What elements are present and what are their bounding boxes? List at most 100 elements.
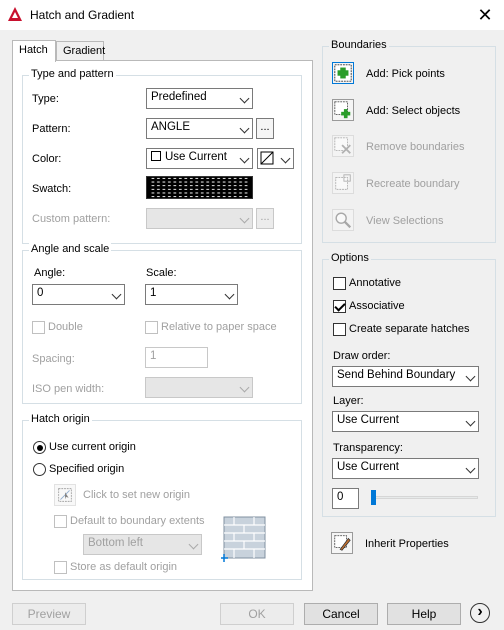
iso-pen-width-label: ISO pen width:: [32, 383, 105, 395]
click-set-origin-label: Click to set new origin: [83, 489, 190, 501]
transparency-input[interactable]: 0: [332, 488, 359, 509]
pick-points-label: Add: Pick points: [366, 68, 445, 80]
chevron-down-icon: [465, 416, 476, 427]
set-origin-button[interactable]: [54, 484, 76, 506]
relative-paper-space-checkbox[interactable]: [145, 321, 158, 334]
custom-pattern-label: Custom pattern:: [32, 213, 111, 225]
chevron-down-icon: [239, 382, 250, 393]
boundaries-group: Boundaries Add: Pick points Add: Select …: [322, 39, 496, 243]
origin-position-value: Bottom left: [88, 537, 143, 549]
recreate-boundary-label: Recreate boundary: [366, 178, 460, 190]
more-options-chevron-icon[interactable]: ›: [470, 603, 490, 623]
angle-label: Angle:: [34, 267, 66, 279]
type-select[interactable]: Predefined: [146, 88, 253, 109]
color-select[interactable]: Use Current: [146, 148, 253, 169]
angle-scale-group: Angle and scale Angle: 0 Scale: 1 Double…: [22, 243, 302, 404]
group-title: Angle and scale: [29, 243, 112, 255]
double-label: Double: [48, 321, 83, 333]
options-group: Options Annotative Associative Create se…: [322, 252, 496, 517]
pattern-swatch[interactable]: [146, 176, 253, 199]
type-pattern-group: Type and pattern Type: Predefined Patter…: [22, 68, 302, 244]
autocad-logo-icon: [8, 7, 22, 21]
hatch-tab-panel: Type and pattern Type: Predefined Patter…: [12, 60, 313, 591]
annotative-checkbox[interactable]: [333, 277, 346, 290]
chevron-down-icon: [239, 153, 250, 164]
store-default-origin-checkbox[interactable]: [54, 561, 67, 574]
scale-select[interactable]: 1: [145, 284, 238, 305]
chevron-down-icon: [239, 93, 250, 104]
chevron-down-icon: [239, 123, 250, 134]
cancel-button[interactable]: Cancel: [304, 603, 378, 625]
view-selections-label: View Selections: [366, 215, 444, 227]
ok-button[interactable]: OK: [220, 603, 294, 625]
window-title: Hatch and Gradient: [30, 8, 135, 22]
type-label: Type:: [32, 93, 59, 105]
inherit-properties-label: Inherit Properties: [365, 538, 449, 550]
angle-value: 0: [37, 287, 44, 299]
chevron-down-icon: [188, 539, 199, 550]
transparency-slider-track[interactable]: [371, 496, 478, 499]
separate-hatches-label: Create separate hatches: [349, 323, 470, 335]
tab-hatch[interactable]: Hatch: [12, 40, 56, 62]
scale-label: Scale:: [146, 267, 177, 279]
double-checkbox[interactable]: [32, 321, 45, 334]
associative-checkbox[interactable]: [333, 300, 346, 313]
color-square-icon: [151, 151, 161, 161]
pick-points-button[interactable]: [332, 62, 354, 84]
inherit-properties-button[interactable]: [331, 532, 353, 554]
view-selections-button[interactable]: [332, 209, 354, 231]
associative-label: Associative: [349, 300, 405, 312]
preview-button[interactable]: Preview: [12, 603, 86, 625]
pattern-ellipsis-button[interactable]: ...: [256, 118, 274, 139]
swatch-label: Swatch:: [32, 183, 72, 195]
remove-boundaries-button[interactable]: [332, 135, 354, 157]
custom-pattern-ellipsis-button[interactable]: ...: [256, 208, 274, 229]
draw-order-value: Send Behind Boundary: [337, 369, 456, 381]
pattern-value: ANGLE: [151, 121, 190, 133]
color-value: Use Current: [165, 151, 227, 163]
specified-origin-label: Specified origin: [49, 463, 125, 475]
scale-value: 1: [150, 287, 157, 299]
chevron-down-icon: [465, 463, 476, 474]
no-color-icon: [260, 151, 274, 165]
draw-order-label: Draw order:: [333, 350, 391, 362]
remove-boundaries-label: Remove boundaries: [366, 141, 465, 153]
specified-origin-radio[interactable]: [33, 463, 46, 476]
use-current-origin-radio[interactable]: [33, 441, 46, 454]
default-boundary-extents-checkbox[interactable]: [54, 515, 67, 528]
separate-hatches-checkbox[interactable]: [333, 323, 346, 336]
layer-select[interactable]: Use Current: [332, 411, 479, 432]
custom-pattern-select[interactable]: [146, 208, 253, 229]
chevron-down-icon: [239, 213, 250, 224]
store-default-origin-label: Store as default origin: [70, 561, 178, 573]
default-boundary-extents-label: Default to boundary extents: [70, 515, 205, 527]
layer-label: Layer:: [333, 395, 364, 407]
chevron-down-icon: [465, 371, 476, 382]
select-objects-label: Add: Select objects: [366, 105, 461, 117]
angle-select[interactable]: 0: [32, 284, 125, 305]
chevron-down-icon: [224, 289, 235, 300]
pattern-select[interactable]: ANGLE: [146, 118, 253, 139]
origin-position-select[interactable]: Bottom left: [83, 534, 202, 555]
select-objects-button[interactable]: [332, 99, 354, 121]
help-button[interactable]: Help: [387, 603, 461, 625]
background-color-select[interactable]: [257, 148, 294, 169]
close-icon[interactable]: ✕: [472, 4, 498, 26]
annotative-label: Annotative: [349, 277, 401, 289]
layer-value: Use Current: [337, 414, 399, 426]
transparency-value: Use Current: [337, 461, 399, 473]
brick-origin-preview-icon: [221, 516, 266, 562]
tab-gradient[interactable]: Gradient: [56, 41, 105, 62]
type-value: Predefined: [151, 91, 207, 103]
relative-paper-space-label: Relative to paper space: [161, 321, 277, 333]
group-title: Hatch origin: [29, 413, 92, 425]
transparency-select[interactable]: Use Current: [332, 458, 479, 479]
transparency-slider-thumb[interactable]: [371, 490, 376, 505]
color-label: Color:: [32, 153, 62, 165]
iso-pen-width-select[interactable]: [145, 377, 253, 398]
recreate-boundary-button[interactable]: [332, 172, 354, 194]
group-title: Boundaries: [329, 39, 389, 51]
group-title: Options: [329, 252, 371, 264]
spacing-input[interactable]: 1: [145, 347, 208, 368]
draw-order-select[interactable]: Send Behind Boundary: [332, 366, 479, 387]
